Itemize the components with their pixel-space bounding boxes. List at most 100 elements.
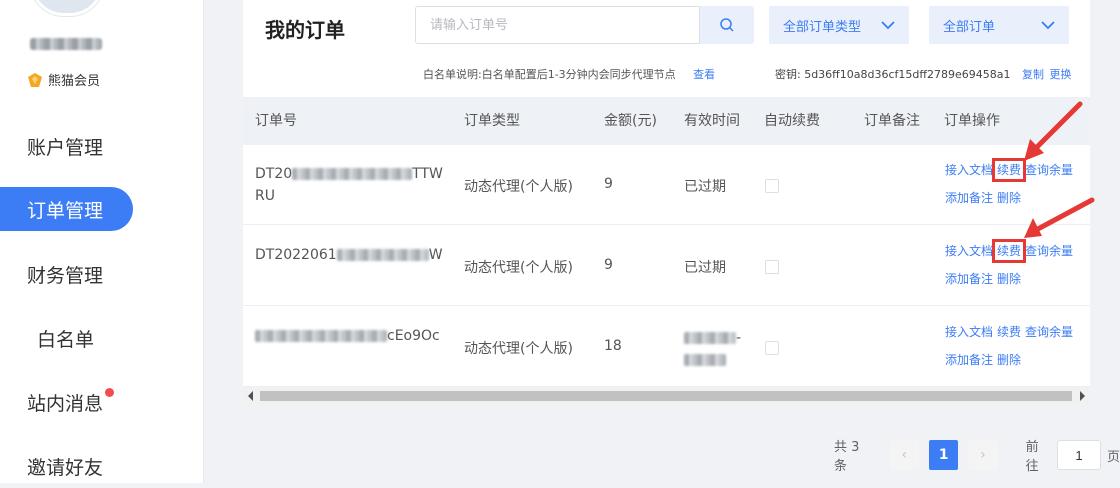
order-amount: 9 — [604, 257, 613, 273]
access-doc-link[interactable]: 接入文档 — [945, 325, 993, 339]
order-validity: 已过期 — [684, 179, 726, 195]
sidebar: 熊猫会员 账户管理 订单管理 财务管理 白名单 站内消息 邀请好友 — [0, 0, 204, 483]
scroll-left-icon[interactable] — [248, 391, 253, 401]
chevron-down-icon — [881, 21, 895, 30]
sidebar-item-label: 订单管理 — [27, 199, 104, 222]
table-row: DT2022061 W 动态代理(个人版) 9 已过期 接入文档 续费 查询余量 添加… — [243, 226, 1090, 306]
table-row: cEo9Oc 动态代理(个人版) 18 - 接入文档 续费 查询余量 添加备注 删除 — [243, 307, 1090, 387]
order-validity: 已过期 — [684, 260, 726, 276]
member-badge: 熊猫会员 — [28, 70, 100, 89]
column-header: 订单类型 — [464, 113, 520, 129]
order-type-value: 全部订单类型 — [783, 19, 862, 35]
order-number-redacted — [336, 249, 429, 261]
page-title: 我的订单 — [265, 18, 345, 42]
delete-link[interactable]: 删除 — [997, 353, 1021, 367]
avatar[interactable] — [30, 0, 104, 16]
order-number-suffix: W — [428, 247, 443, 263]
order-search-field[interactable] — [415, 6, 700, 44]
auto-renew-checkbox[interactable] — [765, 260, 779, 274]
member-label: 熊猫会员 — [48, 74, 101, 89]
order-type: 动态代理(个人版) — [464, 260, 573, 276]
pagination: 共 3 条 ‹ 1 › 前往 页 — [834, 436, 1120, 474]
total-count: 共 3 条 — [834, 440, 860, 474]
validity-separator: - — [736, 330, 742, 346]
order-number: DT2022061 W — [255, 244, 450, 266]
query-balance-link[interactable]: 查询余量 — [1025, 244, 1073, 258]
column-header: 有效时间 — [684, 113, 740, 129]
column-header: 订单号 — [255, 113, 297, 129]
sidebar-item-whitelist[interactable]: 白名单 — [0, 316, 203, 360]
access-doc-link[interactable]: 接入文档 — [945, 163, 993, 177]
sidebar-item-orders[interactable]: 订单管理 — [0, 187, 203, 231]
order-type: 动态代理(个人版) — [464, 179, 573, 195]
column-header: 订单备注 — [864, 113, 920, 129]
access-doc-link[interactable]: 接入文档 — [945, 244, 993, 258]
sidebar-item-label: 邀请好友 — [27, 456, 104, 479]
order-number-prefix: DT20 — [255, 166, 293, 182]
sidebar-item-label: 财务管理 — [27, 264, 104, 287]
delete-link[interactable]: 删除 — [997, 272, 1021, 286]
order-type-select[interactable]: 全部订单类型 — [769, 6, 909, 44]
goto-label: 前往 — [1025, 440, 1039, 474]
chevron-down-icon — [1041, 21, 1055, 30]
search-icon — [720, 18, 734, 32]
secret-key-text: 密钥: 5d36ff10a8d36cf15dff2789e69458a1 — [775, 68, 1011, 81]
query-balance-link[interactable]: 查询余量 — [1025, 163, 1073, 177]
change-link[interactable]: 更换 — [1049, 68, 1071, 81]
column-header: 订单操作 — [944, 113, 1000, 129]
validity-redacted — [684, 332, 736, 344]
query-balance-link[interactable]: 查询余量 — [1025, 325, 1073, 339]
next-page-button[interactable]: › — [968, 440, 998, 470]
order-number-suffix: cEo9Oc — [387, 328, 440, 344]
username-redacted — [30, 38, 102, 50]
renew-link[interactable]: 续费 — [992, 158, 1027, 182]
order-number-redacted — [255, 330, 387, 342]
goto-page-input[interactable] — [1057, 440, 1101, 470]
page-button-current[interactable]: 1 — [928, 440, 959, 470]
table-horizontal-scrollbar[interactable] — [243, 387, 1090, 405]
sidebar-item-finance[interactable]: 财务管理 — [0, 252, 203, 296]
auto-renew-checkbox[interactable] — [765, 179, 779, 193]
copy-link[interactable]: 复制 — [1022, 68, 1044, 81]
order-status-value: 全部订单 — [943, 19, 996, 35]
unread-dot-icon — [105, 387, 115, 397]
table-row: DT20 TTWRU 动态代理(个人版) 9 已过期 接入文档 续费 查询余量 添加备… — [243, 145, 1090, 225]
order-number-redacted — [292, 168, 413, 180]
sidebar-item-invite[interactable]: 邀请好友 — [0, 444, 203, 488]
view-link[interactable]: 查看 — [693, 68, 715, 81]
scroll-right-icon[interactable] — [1080, 391, 1085, 401]
search-button[interactable] — [700, 6, 754, 44]
sidebar-item-messages[interactable]: 站内消息 — [0, 380, 203, 424]
column-header: 自动续费 — [764, 113, 820, 129]
order-amount: 9 — [604, 176, 613, 192]
renew-link[interactable]: 续费 — [992, 239, 1027, 263]
order-type: 动态代理(个人版) — [464, 341, 573, 357]
order-actions: 接入文档 续费 查询余量 添加备注 删除 — [945, 318, 1077, 374]
scrollbar-thumb[interactable] — [260, 391, 1072, 401]
auto-renew-checkbox[interactable] — [765, 341, 779, 355]
prev-page-button[interactable]: ‹ — [889, 440, 919, 470]
sidebar-item-label: 账户管理 — [27, 136, 104, 159]
delete-link[interactable]: 删除 — [997, 191, 1021, 205]
order-actions: 接入文档 续费 查询余量 添加备注 删除 — [945, 156, 1077, 212]
add-note-link[interactable]: 添加备注 — [945, 191, 993, 205]
orders-panel: 我的订单 全部订单类型 全部订单 白名单说明:白名单配置后1-3分钟内会同步代理… — [243, 0, 1090, 405]
order-search-input[interactable] — [416, 7, 699, 43]
secret-key: 密钥: 5d36ff10a8d36cf15dff2789e69458a1 复制 … — [775, 66, 1071, 82]
order-amount: 18 — [604, 338, 622, 354]
order-status-select[interactable]: 全部订单 — [929, 6, 1069, 44]
order-number: DT20 TTWRU — [255, 163, 450, 207]
sidebar-item-label: 站内消息 — [27, 392, 104, 415]
sidebar-item-account[interactable]: 账户管理 — [0, 124, 203, 168]
add-note-link[interactable]: 添加备注 — [945, 353, 993, 367]
add-note-link[interactable]: 添加备注 — [945, 272, 993, 286]
order-validity: - — [684, 327, 741, 371]
order-actions: 接入文档 续费 查询余量 添加备注 删除 — [945, 237, 1077, 293]
table-header: 订单号 订单类型 金额(元) 有效时间 自动续费 订单备注 订单操作 — [243, 97, 1090, 145]
whitelist-note-text: 白名单说明:白名单配置后1-3分钟内会同步代理节点 — [423, 68, 676, 81]
page-suffix: 页 — [1107, 449, 1120, 465]
renew-link[interactable]: 续费 — [997, 325, 1021, 339]
order-number-prefix: DT2022061 — [255, 247, 337, 263]
order-number: cEo9Oc — [255, 325, 450, 347]
column-header: 金额(元) — [604, 113, 657, 129]
